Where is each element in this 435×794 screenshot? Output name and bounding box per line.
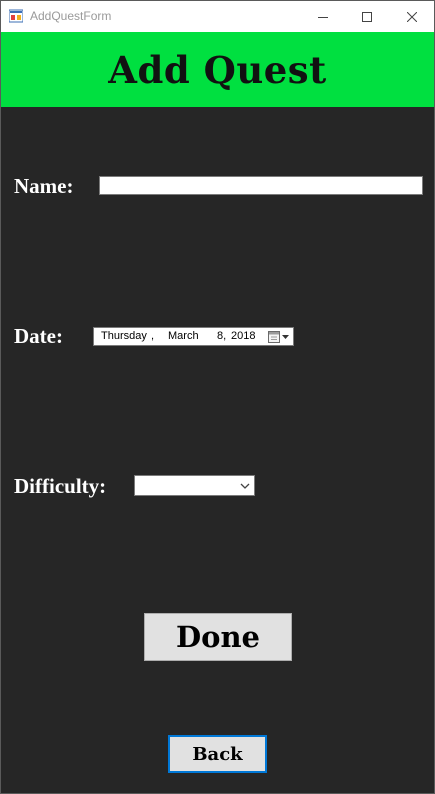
date-weekday: Thursday xyxy=(101,330,147,342)
minimize-icon xyxy=(317,16,328,18)
difficulty-select[interactable] xyxy=(134,475,255,496)
close-icon xyxy=(406,11,417,22)
page-title: Add Quest xyxy=(108,47,327,92)
name-label: Name: xyxy=(14,174,74,198)
window-title: AddQuestForm xyxy=(30,9,112,23)
date-separator: , xyxy=(151,330,155,342)
chevron-down-icon[interactable] xyxy=(239,481,251,491)
add-quest-window: AddQuestForm Add Quest Name: Date: Thurs… xyxy=(0,0,435,794)
calendar-icon[interactable] xyxy=(267,330,291,344)
title-bar[interactable]: AddQuestForm xyxy=(1,1,434,32)
close-button[interactable] xyxy=(389,1,434,32)
app-icon xyxy=(9,9,23,23)
back-button[interactable]: Back xyxy=(168,735,267,773)
minimize-button[interactable] xyxy=(300,1,345,32)
date-day: 8, xyxy=(217,330,227,342)
header-banner: Add Quest xyxy=(1,32,434,107)
date-month: March xyxy=(168,330,199,342)
date-picker[interactable]: Thursday , March 8, 2018 xyxy=(93,327,294,346)
date-label: Date: xyxy=(14,324,63,348)
name-input[interactable] xyxy=(99,176,423,195)
done-button[interactable]: Done xyxy=(144,613,292,661)
difficulty-label: Difficulty: xyxy=(14,474,107,498)
maximize-button[interactable] xyxy=(344,1,389,32)
date-year: 2018 xyxy=(231,330,256,342)
maximize-icon xyxy=(361,11,372,22)
